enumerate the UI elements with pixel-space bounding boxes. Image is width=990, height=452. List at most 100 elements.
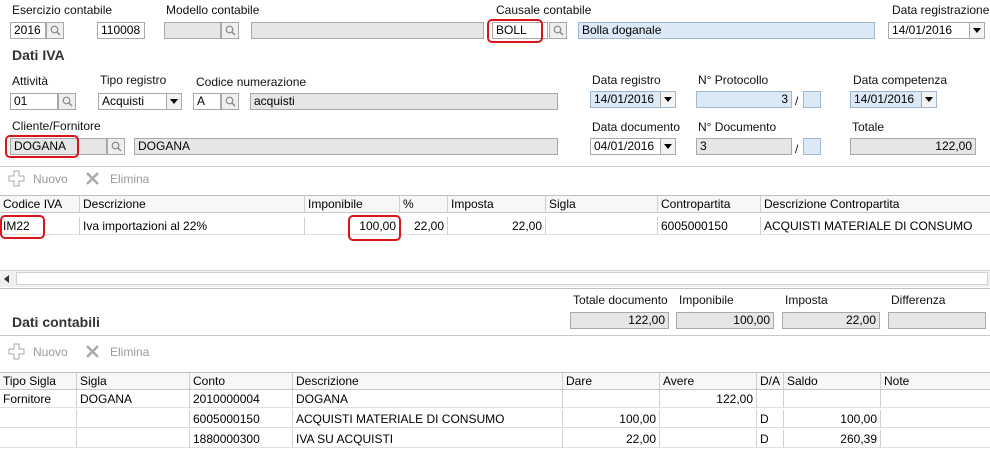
divider bbox=[0, 166, 990, 167]
chevron-down-icon[interactable] bbox=[921, 92, 936, 107]
table-cell bbox=[77, 410, 190, 428]
esercizio-field[interactable]: 2016 bbox=[10, 22, 46, 39]
divider bbox=[0, 335, 990, 336]
differenza-label: Differenza bbox=[891, 293, 946, 307]
column-header[interactable]: Sigla bbox=[546, 196, 658, 212]
data-registro-field[interactable]: 14/01/2016 bbox=[590, 91, 676, 108]
table-cell bbox=[881, 390, 990, 408]
delete-icon bbox=[84, 170, 101, 190]
table-cell: D bbox=[757, 410, 784, 428]
tipo-registro-label: Tipo registro bbox=[100, 73, 167, 87]
tipo-registro-select[interactable]: Acquisti bbox=[98, 93, 182, 110]
table-cell: D bbox=[757, 430, 784, 448]
causale-search-icon[interactable] bbox=[549, 22, 567, 39]
num-documento-suffix-field[interactable] bbox=[803, 138, 821, 155]
table-cell: Fornitore bbox=[0, 390, 77, 408]
chevron-down-icon[interactable] bbox=[969, 23, 984, 38]
contabili-grid-header: Tipo Sigla Sigla Conto Descrizione Dare … bbox=[0, 373, 990, 390]
table-cell bbox=[660, 430, 757, 448]
cliente-search-icon[interactable] bbox=[107, 138, 125, 155]
table-cell: IVA SU ACQUISTI bbox=[293, 430, 563, 448]
column-header[interactable]: % bbox=[400, 196, 448, 212]
chevron-down-icon[interactable] bbox=[660, 139, 675, 154]
column-header[interactable]: Conto bbox=[190, 373, 293, 389]
scroll-left-icon[interactable] bbox=[4, 275, 9, 283]
column-header[interactable]: Descrizione bbox=[80, 196, 305, 212]
table-row[interactable]: 1880000300 IVA SU ACQUISTI 22,00 D 260,3… bbox=[0, 430, 990, 448]
codice-numerazione-field[interactable]: A bbox=[193, 93, 221, 110]
column-header[interactable]: Sigla bbox=[77, 373, 190, 389]
attivita-search-icon[interactable] bbox=[58, 93, 76, 110]
column-header[interactable]: Contropartita bbox=[658, 196, 761, 212]
column-header[interactable]: Descrizione Contropartita bbox=[761, 196, 990, 212]
num-documento-field[interactable]: 3 bbox=[696, 138, 792, 155]
column-header[interactable]: Descrizione bbox=[293, 373, 563, 389]
esercizio-search-icon[interactable] bbox=[46, 22, 64, 39]
data-registro-label: Data registro bbox=[592, 73, 661, 87]
table-cell bbox=[881, 430, 990, 448]
nuovo-button[interactable]: Nuovo bbox=[33, 172, 68, 186]
dati-contabili-title: Dati contabili bbox=[12, 314, 100, 330]
table-cell: DOGANA bbox=[77, 390, 190, 408]
modello-label: Modello contabile bbox=[166, 3, 260, 17]
imposta-field: 22,00 bbox=[782, 312, 880, 329]
column-header[interactable]: Avere bbox=[660, 373, 757, 389]
table-row[interactable]: IM22 Iva importazioni al 22% 100,00 22,0… bbox=[0, 217, 990, 235]
attivita-field[interactable]: 01 bbox=[10, 93, 58, 110]
attivita-label: Attività bbox=[12, 74, 49, 88]
imponibile-highlight bbox=[348, 215, 401, 241]
protocollo-field[interactable]: 3 bbox=[696, 91, 792, 108]
esercizio-code-field[interactable]: 110008 bbox=[97, 22, 145, 39]
data-registrazione-value: 14/01/2016 bbox=[892, 23, 953, 37]
data-competenza-field[interactable]: 14/01/2016 bbox=[850, 91, 937, 108]
elimina-button[interactable]: Elimina bbox=[110, 345, 149, 359]
table-cell bbox=[757, 390, 784, 408]
table-cell: 2010000004 bbox=[190, 390, 293, 408]
totale-field: 122,00 bbox=[850, 138, 976, 155]
chevron-down-icon[interactable] bbox=[166, 94, 181, 109]
table-cell: ACQUISTI MATERIALE DI CONSUMO bbox=[761, 217, 990, 235]
differenza-field bbox=[888, 312, 986, 329]
column-header[interactable]: D/A bbox=[757, 373, 784, 389]
modello-desc-field[interactable] bbox=[251, 22, 484, 39]
table-cell bbox=[563, 390, 660, 408]
causale-label: Causale contabile bbox=[496, 3, 592, 17]
column-header[interactable]: Imponibile bbox=[305, 196, 400, 212]
cliente-highlight bbox=[5, 135, 79, 158]
column-header[interactable]: Tipo Sigla bbox=[0, 373, 77, 389]
data-competenza-label: Data competenza bbox=[853, 73, 948, 87]
totale-label: Totale bbox=[852, 120, 885, 134]
column-header[interactable]: Note bbox=[881, 373, 990, 389]
horizontal-scrollbar[interactable] bbox=[0, 270, 990, 287]
modello-search-icon[interactable] bbox=[221, 22, 239, 39]
nuovo-button[interactable]: Nuovo bbox=[33, 345, 68, 359]
causale-desc-field[interactable]: Bolla doganale bbox=[578, 22, 875, 39]
table-cell: DOGANA bbox=[293, 390, 563, 408]
table-cell: 22,00 bbox=[400, 217, 448, 235]
data-registrazione-field[interactable]: 14/01/2016 bbox=[888, 22, 985, 39]
num-documento-separator: / bbox=[795, 142, 799, 156]
table-row[interactable]: Fornitore DOGANA 2010000004 DOGANA 122,0… bbox=[0, 390, 990, 408]
totale-documento-label: Totale documento bbox=[573, 293, 668, 307]
plus-icon bbox=[8, 170, 25, 190]
data-documento-field[interactable]: 04/01/2016 bbox=[590, 138, 676, 155]
table-cell bbox=[660, 410, 757, 428]
column-header[interactable]: Codice IVA bbox=[0, 196, 80, 212]
modello-field[interactable] bbox=[164, 22, 221, 39]
chevron-down-icon[interactable] bbox=[660, 92, 675, 107]
column-header[interactable]: Dare bbox=[563, 373, 660, 389]
column-header[interactable]: Saldo bbox=[784, 373, 881, 389]
scrollbar-thumb[interactable] bbox=[16, 272, 988, 285]
imponibile-field: 100,00 bbox=[676, 312, 774, 329]
codice-numerazione-search-icon[interactable] bbox=[221, 93, 239, 110]
data-documento-value: 04/01/2016 bbox=[594, 139, 655, 153]
table-cell: 6005000150 bbox=[658, 217, 761, 235]
column-header[interactable]: Imposta bbox=[448, 196, 546, 212]
protocollo-suffix-field[interactable] bbox=[803, 91, 821, 108]
elimina-button[interactable]: Elimina bbox=[110, 172, 149, 186]
table-row[interactable]: 6005000150 ACQUISTI MATERIALE DI CONSUMO… bbox=[0, 410, 990, 428]
table-cell bbox=[77, 430, 190, 448]
table-cell: 100,00 bbox=[784, 410, 881, 428]
codice-numerazione-label: Codice numerazione bbox=[196, 75, 307, 89]
iva-grid-header: Codice IVA Descrizione Imponibile % Impo… bbox=[0, 196, 990, 213]
